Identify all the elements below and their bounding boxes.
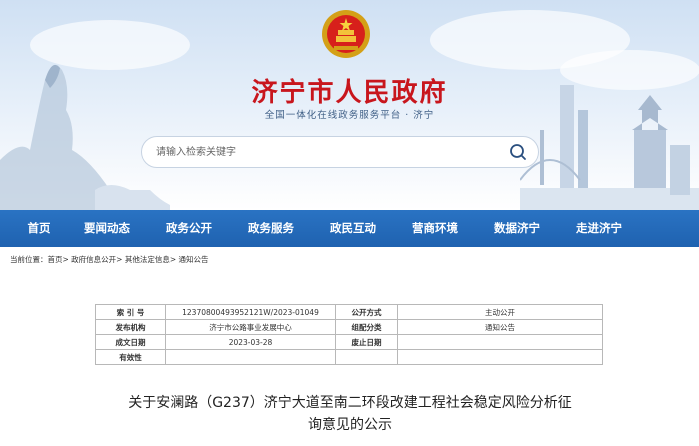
expiry-label: 废止日期 — [335, 334, 398, 350]
nav-gov-affairs-open[interactable]: 政务公开 — [150, 210, 228, 247]
table-row: 索 引 号 12370800493952121W/2023-01049 公开方式… — [95, 304, 603, 320]
disclosure-label: 公开方式 — [335, 304, 398, 320]
nav-business-env[interactable]: 营商环境 — [396, 210, 474, 247]
header-banner: 济宁市人民政府 全国一体化在线政务服务平台 · 济宁 — [0, 0, 699, 210]
nav-home[interactable]: 首页 — [14, 210, 64, 247]
site-title[interactable]: 济宁市人民政府 — [0, 72, 699, 109]
disclosure-value: 主动公开 — [397, 304, 603, 320]
empty-cell — [335, 349, 398, 365]
table-row: 成文日期 2023-03-28 废止日期 — [95, 334, 603, 350]
breadcrumb[interactable]: 当前位置：首页> 政府信息公开> 其他法定信息> 通知公告 — [10, 254, 209, 265]
nav-interaction[interactable]: 政民互动 — [314, 210, 392, 247]
nav-about-jining[interactable]: 走进济宁 — [560, 210, 638, 247]
search-bar — [141, 136, 539, 168]
search-icon[interactable] — [508, 142, 528, 162]
table-row: 有效性 — [95, 349, 603, 365]
nav-news[interactable]: 要闻动态 — [68, 210, 146, 247]
article-title-line-2: 询意见的公示 — [308, 417, 392, 433]
issuer-label: 发布机构 — [95, 319, 166, 335]
article-title: 关于安澜路（G237）济宁大道至南二环段改建工程社会稳定风险分析征 询意见的公示 — [60, 392, 640, 436]
nav-data-jining[interactable]: 数据济宁 — [478, 210, 556, 247]
confucius-statue-illustration — [0, 64, 170, 210]
index-label: 索 引 号 — [95, 304, 166, 320]
search-input[interactable] — [156, 143, 486, 161]
article-title-line-1: 关于安澜路（G237）济宁大道至南二环段改建工程社会稳定风险分析征 — [128, 395, 572, 411]
date-value: 2023-03-28 — [165, 334, 336, 350]
category-value: 通知公告 — [397, 319, 603, 335]
index-value: 12370800493952121W/2023-01049 — [165, 304, 336, 320]
national-emblem-icon — [322, 10, 370, 58]
issuer-value: 济宁市公路事业发展中心 — [165, 319, 336, 335]
main-nav: 首页 要闻动态 政务公开 政务服务 政民互动 营商环境 数据济宁 走进济宁 — [0, 210, 699, 247]
nav-gov-services[interactable]: 政务服务 — [232, 210, 310, 247]
date-label: 成文日期 — [95, 334, 166, 350]
validity-value — [165, 349, 336, 365]
document-info-table: 索 引 号 12370800493952121W/2023-01049 公开方式… — [95, 304, 603, 365]
table-row: 发布机构 济宁市公路事业发展中心 组配分类 通知公告 — [95, 319, 603, 335]
empty-cell — [397, 349, 603, 365]
site-subtitle: 全国一体化在线政务服务平台 · 济宁 — [264, 110, 435, 121]
category-label: 组配分类 — [335, 319, 398, 335]
expiry-value — [397, 334, 603, 350]
validity-label: 有效性 — [95, 349, 166, 365]
